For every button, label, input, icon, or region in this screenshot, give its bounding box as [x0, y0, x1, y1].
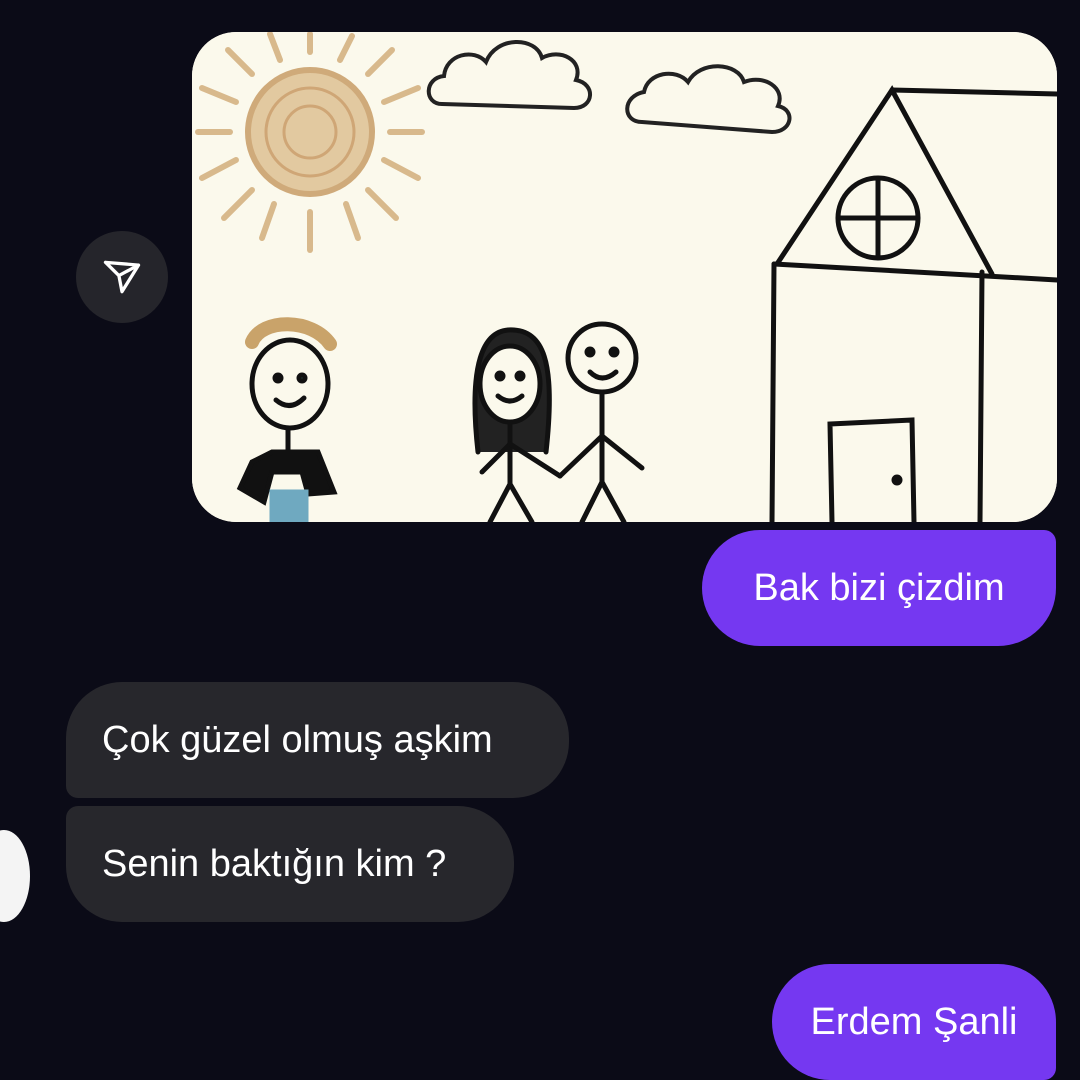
shared-drawing-image[interactable]	[192, 32, 1057, 522]
message-text: Çok güzel olmuş aşkim	[102, 718, 493, 761]
share-button[interactable]	[76, 231, 168, 323]
drawing-illustration	[192, 32, 1057, 522]
outgoing-message-bubble[interactable]: Erdem Şanli	[772, 964, 1056, 1080]
send-icon	[103, 260, 141, 294]
incoming-message-bubble[interactable]: Senin baktığın kim ?	[66, 806, 514, 922]
message-text: Erdem Şanli	[810, 1000, 1018, 1043]
incoming-message-bubble[interactable]: Çok güzel olmuş aşkim	[66, 682, 569, 798]
avatar[interactable]	[0, 830, 30, 922]
message-text: Senin baktığın kim ?	[102, 842, 447, 885]
message-text: Bak bizi çizdim	[753, 566, 1005, 609]
outgoing-message-bubble[interactable]: Bak bizi çizdim	[702, 530, 1056, 646]
